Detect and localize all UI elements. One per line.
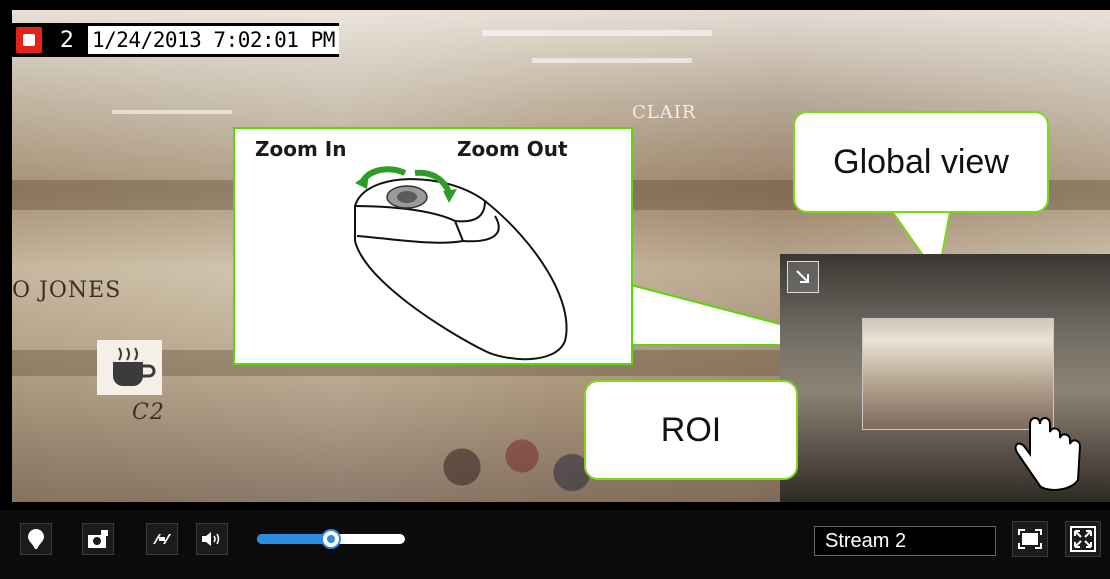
pip-icon[interactable] xyxy=(146,523,178,555)
hand-cursor-icon xyxy=(1014,417,1082,491)
mouse-zoom-callout: Zoom In Zoom Out xyxy=(233,127,633,365)
volume-slider-knob[interactable] xyxy=(321,529,341,549)
player-toolbar: Stream 2 xyxy=(0,510,1110,579)
volume-icon[interactable] xyxy=(196,523,228,555)
zoom-in-label: Zoom In xyxy=(255,137,347,161)
mouse-icon xyxy=(354,166,568,361)
volume-slider-fill xyxy=(257,534,331,544)
fullscreen-icon[interactable] xyxy=(1065,521,1101,557)
roi-callout: ROI xyxy=(584,380,798,480)
zoom-out-label: Zoom Out xyxy=(457,137,568,161)
global-view-callout: Global view xyxy=(793,111,1049,213)
snapshot-icon[interactable] xyxy=(82,523,114,555)
fit-screen-icon[interactable] xyxy=(1012,521,1048,557)
volume-slider[interactable] xyxy=(257,529,405,549)
global-view-panel[interactable] xyxy=(780,254,1110,502)
pin-icon[interactable] xyxy=(20,523,52,555)
collapse-arrow-icon[interactable] xyxy=(787,261,819,293)
stream-selector[interactable]: Stream 2 xyxy=(814,526,996,556)
